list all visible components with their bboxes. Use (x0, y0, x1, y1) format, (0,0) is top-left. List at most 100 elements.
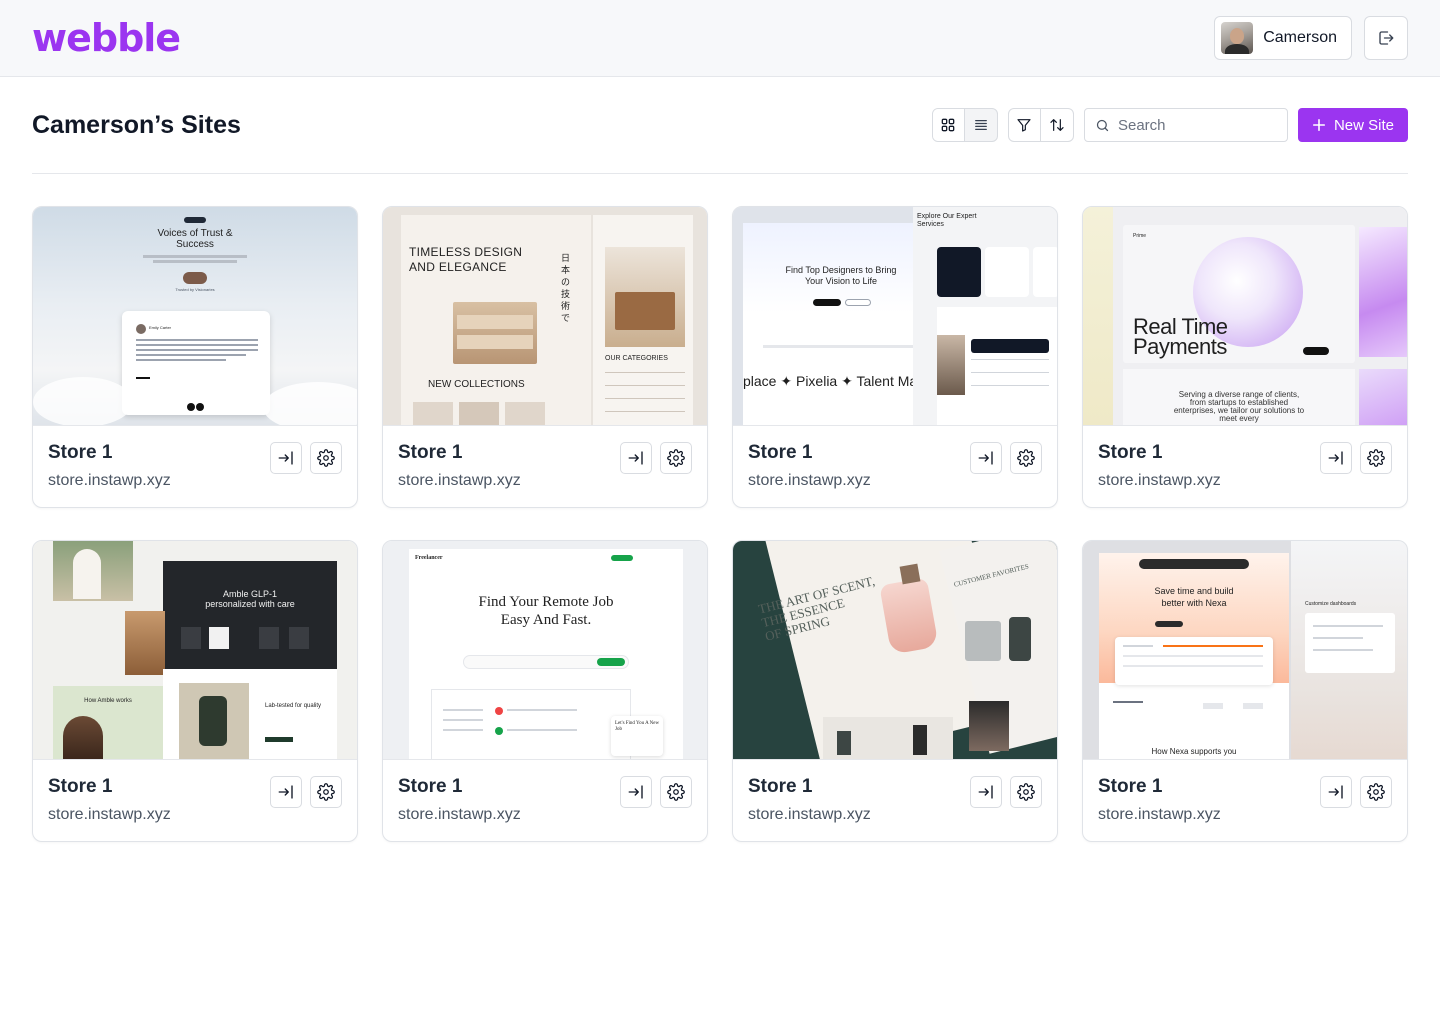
preview-title-line1: Find Top Designers to Bring (785, 265, 897, 275)
preview-body: Serving a diverse range of clients, from… (1173, 391, 1305, 423)
site-preview[interactable]: Find Top Designers to Bring Your Vision … (733, 207, 1057, 426)
preview-lab: Lab-tested for quality (265, 703, 322, 709)
site-url[interactable]: store.instawp.xyz (748, 472, 871, 490)
site-name: Store 1 (398, 442, 463, 463)
user-name: Camerson (1263, 29, 1337, 46)
site-card-footer: Store 1 store.instawp.xyz (1083, 426, 1407, 507)
site-settings-button[interactable] (1360, 442, 1392, 474)
site-preview[interactable]: Amble GLP-1 personalized with care How A… (33, 541, 357, 760)
site-name: Store 1 (1098, 442, 1163, 463)
site-url[interactable]: store.instawp.xyz (398, 806, 521, 824)
preview-title-line2: Easy And Fast. (500, 612, 592, 628)
site-url[interactable]: store.instawp.xyz (748, 806, 871, 824)
login-arrow-icon (978, 451, 993, 465)
sort-icon (1050, 119, 1064, 131)
site-actions (970, 776, 1042, 841)
login-arrow-icon (1328, 785, 1343, 799)
preview-collections: NEW COLLECTIONS (428, 379, 525, 390)
grid-view-button[interactable] (932, 109, 965, 141)
gear-icon (1367, 783, 1385, 801)
open-site-button[interactable] (1320, 776, 1352, 808)
site-settings-button[interactable] (1010, 442, 1042, 474)
open-site-button[interactable] (620, 442, 652, 474)
preview-title-line1: Find Your Remote Job (478, 594, 614, 610)
preview-title-line2: better with Nexa (1161, 598, 1227, 608)
site-card[interactable]: Prime Real Time Payments Serving a diver… (1082, 206, 1408, 508)
site-preview[interactable]: Voices of Trust & Success Trusted by Vis… (33, 207, 357, 426)
login-arrow-icon (978, 785, 993, 799)
site-settings-button[interactable] (310, 442, 342, 474)
preview-marquee: place ✦ Pixelia ✦ Talent Market (743, 373, 941, 389)
site-url[interactable]: store.instawp.xyz (1098, 806, 1221, 824)
site-url[interactable]: store.instawp.xyz (48, 806, 171, 824)
site-name: Store 1 (748, 442, 813, 463)
gear-icon (1367, 449, 1385, 467)
preview-title-line2: AND ELEGANCE (409, 260, 507, 274)
open-site-button[interactable] (270, 776, 302, 808)
open-site-button[interactable] (1320, 442, 1352, 474)
site-preview[interactable]: Prime Real Time Payments Serving a diver… (1083, 207, 1407, 426)
list-view-button[interactable] (965, 109, 997, 141)
view-toggle (931, 108, 998, 142)
open-site-button[interactable] (970, 442, 1002, 474)
sites-grid: Voices of Trust & Success Trusted by Vis… (0, 174, 1440, 842)
sort-button[interactable] (1041, 109, 1073, 141)
site-card[interactable]: Save time and build better with Nexa How… (1082, 540, 1408, 842)
preview-author: Emily Carter (149, 325, 172, 330)
logout-button[interactable] (1364, 16, 1408, 60)
login-arrow-icon (1328, 451, 1343, 465)
open-site-button[interactable] (270, 442, 302, 474)
gear-icon (667, 783, 685, 801)
toolbar: New Site (931, 108, 1408, 142)
preview-title-line2: Payments (1133, 334, 1227, 359)
webble-logo[interactable]: webble (32, 16, 181, 60)
site-actions (270, 776, 342, 841)
preview-title-line2: Your Vision to Life (804, 276, 878, 286)
open-site-button[interactable] (620, 776, 652, 808)
site-card-footer: Store 1 store.instawp.xyz (33, 760, 357, 841)
preview-title-line1: Save time and build (1154, 586, 1234, 596)
login-arrow-icon (278, 785, 293, 799)
site-settings-button[interactable] (1010, 776, 1042, 808)
site-card[interactable]: Amble GLP-1 personalized with care How A… (32, 540, 358, 842)
preview-categories: OUR CATEGORIES (605, 355, 668, 362)
site-url[interactable]: store.instawp.xyz (1098, 472, 1221, 490)
site-settings-button[interactable] (1360, 776, 1392, 808)
site-preview[interactable]: THE ART OF SCENT, THE ESSENCE OF SPRING … (733, 541, 1057, 760)
site-card[interactable]: TIMELESS DESIGN AND ELEGANCE 日本の技術で NEW … (382, 206, 708, 508)
preview-title-line2: personalized with care (205, 599, 295, 609)
filter-button[interactable] (1009, 109, 1041, 141)
site-settings-button[interactable] (660, 442, 692, 474)
site-card[interactable]: Freelancer Find Your Remote Job Easy And… (382, 540, 708, 842)
preview-brand: Prime (1133, 233, 1147, 239)
preview-how: How Amble works (84, 698, 132, 704)
login-arrow-icon (278, 451, 293, 465)
preview-services: Explore Our Expert Services (917, 213, 977, 228)
site-card[interactable]: Voices of Trust & Success Trusted by Vis… (32, 206, 358, 508)
site-preview[interactable]: TIMELESS DESIGN AND ELEGANCE 日本の技術で NEW … (383, 207, 707, 426)
avatar (1221, 22, 1254, 54)
site-actions (620, 776, 692, 841)
site-url[interactable]: store.instawp.xyz (48, 472, 171, 490)
site-settings-button[interactable] (310, 776, 342, 808)
user-menu-button[interactable]: Camerson (1214, 16, 1352, 60)
logout-icon (1379, 31, 1394, 45)
list-view-icon (975, 119, 987, 131)
site-card[interactable]: THE ART OF SCENT, THE ESSENCE OF SPRING … (732, 540, 1058, 842)
site-name: Store 1 (1098, 776, 1163, 797)
open-site-button[interactable] (970, 776, 1002, 808)
preview-dashboards: Customize dashboards (1305, 601, 1357, 607)
site-preview[interactable]: Freelancer Find Your Remote Job Easy And… (383, 541, 707, 760)
site-preview[interactable]: Save time and build better with Nexa How… (1083, 541, 1407, 760)
gear-icon (667, 449, 685, 467)
login-arrow-icon (628, 451, 643, 465)
site-settings-button[interactable] (660, 776, 692, 808)
filter-icon (1017, 119, 1032, 132)
site-url[interactable]: store.instawp.xyz (398, 472, 521, 490)
top-bar: webble Camerson (0, 0, 1440, 77)
new-site-button[interactable]: New Site (1297, 108, 1408, 142)
site-card[interactable]: Find Top Designers to Bring Your Vision … (732, 206, 1058, 508)
filter-sort-group (1007, 108, 1074, 142)
search-input[interactable] (1117, 116, 1268, 134)
search-icon (1096, 119, 1109, 131)
